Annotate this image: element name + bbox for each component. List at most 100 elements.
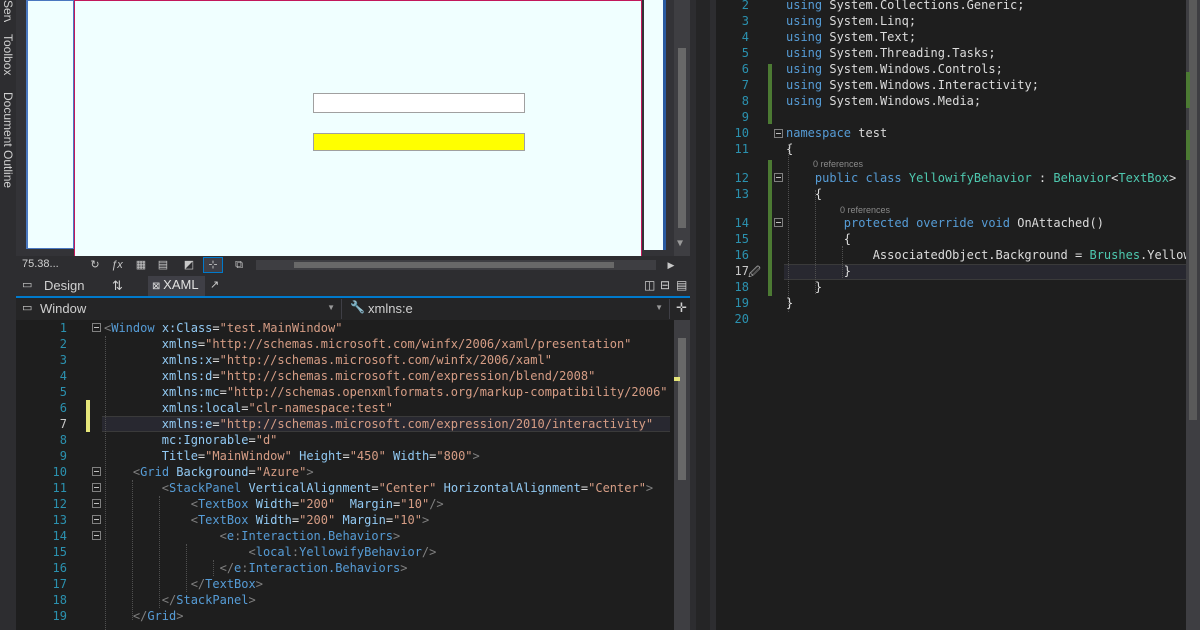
code-line[interactable]: xmlns:local="clr-namespace:test"	[104, 400, 393, 416]
fold-toggle-icon[interactable]	[92, 483, 101, 492]
fold-toggle-icon[interactable]	[92, 499, 101, 508]
fold-toggle-icon[interactable]	[774, 218, 783, 227]
code-line[interactable]: xmlns="http://schemas.microsoft.com/winf…	[104, 336, 632, 352]
code-line[interactable]: protected override void OnAttached()	[786, 215, 1104, 231]
code-line[interactable]: using System.Collections.Generic;	[786, 0, 1024, 13]
code-line[interactable]: using System.Windows.Controls;	[786, 61, 1003, 77]
code-line[interactable]: <TextBox Width="200" Margin="10">	[104, 512, 430, 528]
element-dropdown[interactable]: ▭ Window ▼	[16, 299, 342, 319]
code-line[interactable]: }	[786, 263, 851, 279]
code-line[interactable]: Title="MainWindow" Height="450" Width="8…	[104, 448, 480, 464]
snap-lines-icon[interactable]: ⊹	[203, 257, 223, 273]
code-line[interactable]: </TextBox>	[104, 576, 263, 592]
codelens-references[interactable]: 0 references	[840, 205, 890, 215]
side-tab-document-outline[interactable]: Document Outline	[0, 92, 16, 192]
tab-xaml[interactable]: ⊠ XAML	[148, 276, 205, 296]
scroll-change-marker	[1186, 72, 1190, 108]
fold-toggle-icon[interactable]	[774, 173, 783, 182]
horizontal-split-icon[interactable]: ⊟	[660, 278, 670, 292]
line-number: 4	[59, 369, 67, 383]
code-line[interactable]: <Window x:Class="test.MainWindow"	[104, 320, 342, 336]
designer-horizontal-scrollbar[interactable]	[256, 260, 656, 270]
scroll-right-icon[interactable]: ▶	[662, 258, 680, 272]
side-tab-server-explorer[interactable]: Server Explorer	[0, 0, 16, 22]
code-line[interactable]: <Grid Background="Azure">	[104, 464, 314, 480]
code-line[interactable]: using System.Linq;	[786, 13, 916, 29]
side-tab-toolbox[interactable]: Toolbox	[0, 34, 16, 80]
adorner-left	[26, 0, 74, 249]
fx-icon[interactable]: ƒx	[108, 258, 126, 272]
xaml-code-editor[interactable]: 1 <Window x:Class="test.MainWindow" 2 xmln…	[16, 320, 690, 630]
fold-toggle-icon[interactable]	[774, 129, 783, 138]
code-line[interactable]: <local:YellowifyBehavior/>	[104, 544, 437, 560]
element-dropdown-value: Window	[40, 301, 87, 316]
code-line[interactable]: {	[786, 186, 822, 202]
code-line[interactable]: xmlns:mc="http://schemas.openxmlformats.…	[104, 384, 668, 400]
code-line[interactable]: using System.Windows.Interactivity;	[786, 77, 1039, 93]
quick-actions-icon[interactable]: 🖉	[748, 263, 761, 284]
code-line[interactable]: AssociatedObject.Background = Brushes.Ye…	[786, 247, 1198, 263]
code-line[interactable]: </e:Interaction.Behaviors>	[104, 560, 408, 576]
split-expand-icon[interactable]: ✛	[676, 300, 687, 316]
code-line[interactable]: <TextBox Width="200" Margin="10"/>	[104, 496, 444, 512]
code-line[interactable]: <e:Interaction.Behaviors>	[104, 528, 401, 544]
xaml-vertical-scrollbar[interactable]	[674, 320, 690, 630]
popout-icon[interactable]: ↗	[210, 278, 219, 291]
line-number: 4	[741, 30, 749, 44]
code-line[interactable]: namespace test	[786, 125, 887, 141]
code-line[interactable]: </StackPanel>	[104, 592, 256, 608]
fold-toggle-icon[interactable]	[92, 531, 101, 540]
artboard-background-icon[interactable]: ◩	[180, 258, 198, 272]
refresh-icon[interactable]: ↻	[86, 258, 104, 272]
change-marker	[768, 160, 772, 296]
code-line[interactable]: }	[786, 279, 822, 295]
designer-vertical-scrollbar[interactable]: ▼	[674, 0, 690, 256]
scroll-thumb[interactable]	[678, 48, 686, 228]
code-line[interactable]: public class YellowifyBehavior : Behavio…	[786, 170, 1176, 186]
code-line[interactable]: <StackPanel VerticalAlignment="Center" H…	[104, 480, 653, 496]
code-line[interactable]: xmlns:x="http://schemas.microsoft.com/wi…	[104, 352, 552, 368]
fold-toggle-icon[interactable]	[92, 323, 101, 332]
attribute-dropdown-value: xmlns:e	[368, 301, 413, 316]
pane-divider[interactable]	[690, 0, 716, 630]
scroll-thumb[interactable]	[678, 338, 686, 480]
code-line[interactable]: using System.Threading.Tasks;	[786, 45, 996, 61]
codelens-references[interactable]: 0 references	[813, 159, 863, 169]
zoom-level[interactable]: 75.38...	[22, 258, 59, 270]
code-line[interactable]: </Grid>	[104, 608, 184, 624]
code-line[interactable]: xmlns:e="http://schemas.microsoft.com/ex…	[104, 416, 653, 432]
code-line[interactable]: }	[786, 295, 793, 311]
device-icon[interactable]: ⧉	[230, 258, 248, 272]
csharp-code-editor[interactable]: 0 references 0 references 🖉 2 using Syste…	[716, 0, 1200, 630]
grid-icon[interactable]: ▦	[132, 258, 150, 272]
code-line[interactable]: using System.Windows.Media;	[786, 93, 981, 109]
line-number: 16	[52, 561, 67, 575]
code-line[interactable]: xmlns:d="http://schemas.microsoft.com/ex…	[104, 368, 596, 384]
vertical-split-icon[interactable]: ◫	[644, 278, 655, 292]
csharp-vertical-scrollbar[interactable]	[1186, 0, 1200, 630]
snap-grid-icon[interactable]: ▤	[154, 258, 172, 272]
swap-panes-icon[interactable]: ⇅	[112, 278, 123, 294]
design-surface[interactable]: ▼	[16, 0, 690, 256]
scroll-thumb[interactable]	[294, 262, 614, 268]
line-number: 5	[741, 46, 749, 60]
fold-toggle-icon[interactable]	[92, 467, 101, 476]
scroll-thumb[interactable]	[1189, 0, 1197, 420]
tab-design[interactable]: Design	[44, 278, 84, 293]
code-line[interactable]: {	[786, 231, 851, 247]
scroll-down-arrow-icon[interactable]: ▼	[677, 238, 683, 249]
line-number: 17	[734, 264, 749, 278]
textbox-preview-1[interactable]	[313, 93, 525, 113]
fold-toggle-icon[interactable]	[92, 515, 101, 524]
window-artboard[interactable]	[74, 0, 642, 256]
design-view-icon[interactable]: ▭	[22, 278, 32, 291]
code-line[interactable]: {	[786, 141, 793, 157]
code-line[interactable]: mc:Ignorable="d"	[104, 432, 278, 448]
attribute-dropdown[interactable]: 🔧 xmlns:e ▼	[344, 299, 670, 319]
line-number: 15	[734, 232, 749, 246]
scroll-change-marker	[674, 377, 680, 381]
xaml-view-icon: ⊠	[152, 281, 164, 292]
textbox-preview-yellow[interactable]	[313, 133, 525, 151]
code-line[interactable]: using System.Text;	[786, 29, 916, 45]
collapse-pane-icon[interactable]: ▤	[676, 278, 687, 292]
